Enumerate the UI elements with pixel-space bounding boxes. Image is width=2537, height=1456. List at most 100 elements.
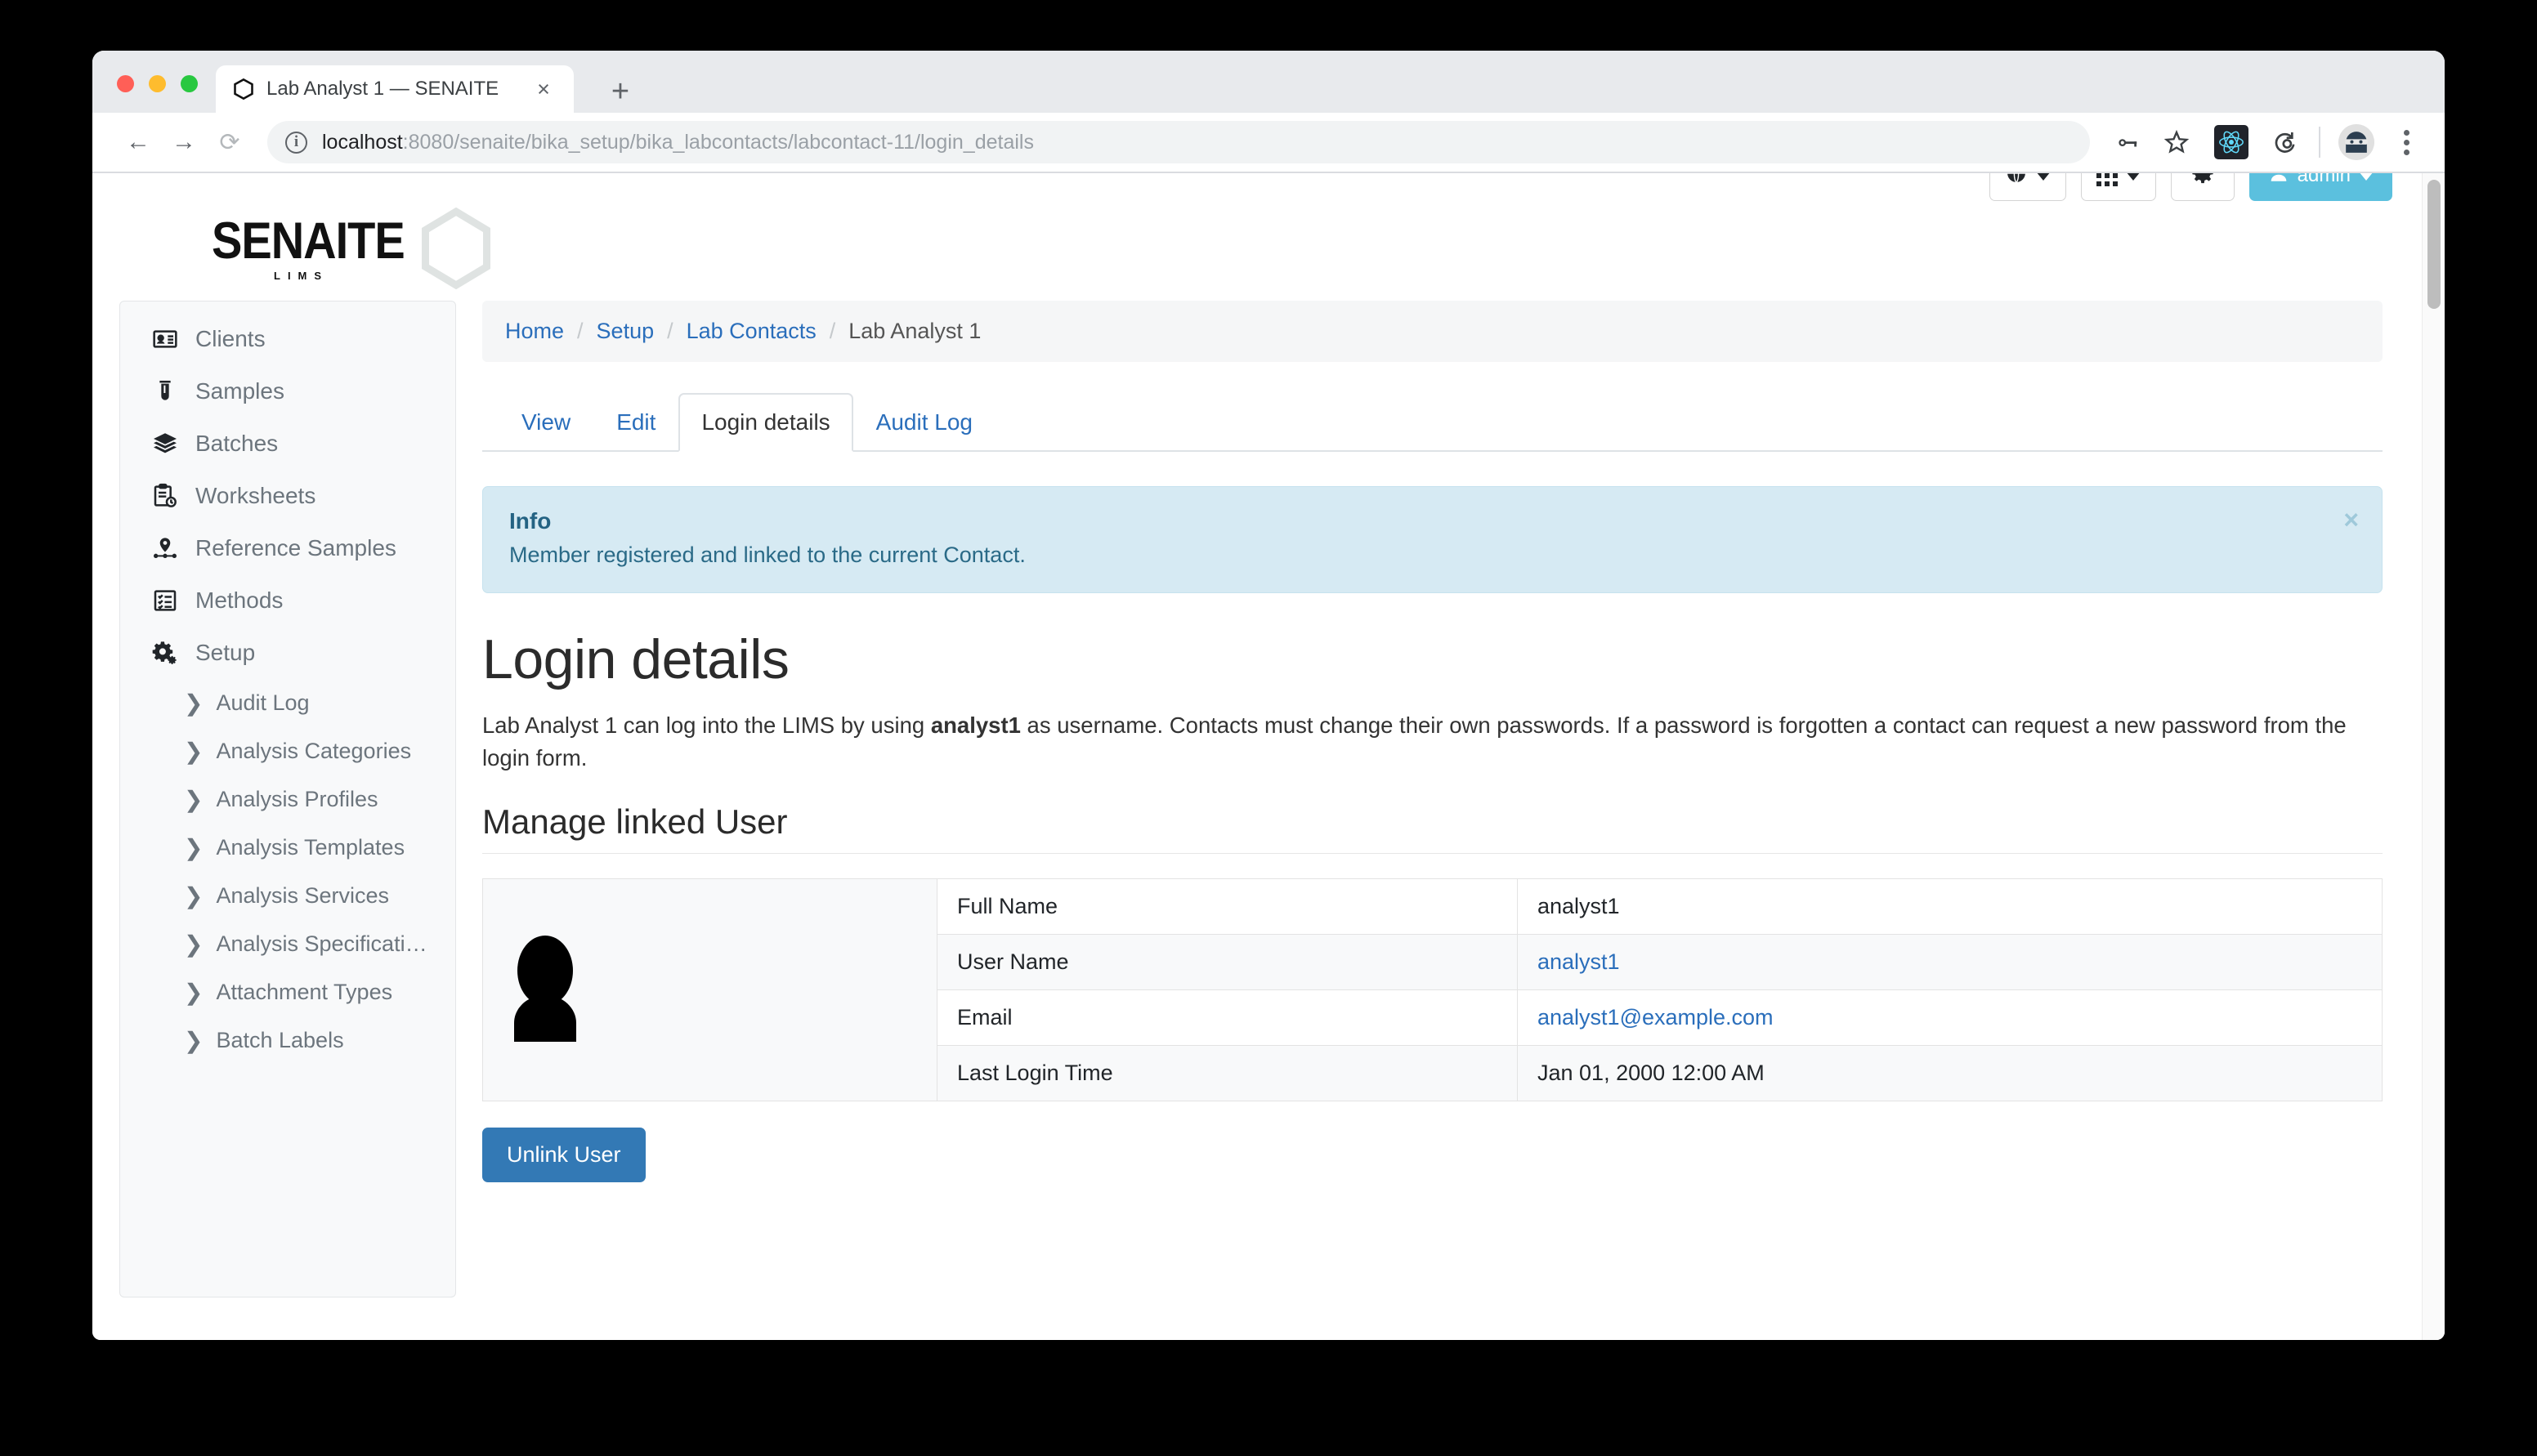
tab-edit[interactable]: Edit — [593, 393, 678, 452]
minimize-window-button[interactable] — [149, 75, 166, 92]
sidebar-subitem-audit-log[interactable]: ❯ Audit Log — [120, 679, 455, 727]
sidebar-item-label: Setup — [195, 640, 256, 665]
page-content: SENAITE LIMS admin Clients Samples Batch… — [92, 173, 2422, 1340]
senaite-logo[interactable]: SENAITE — [212, 215, 405, 266]
unlink-user-button[interactable]: Unlink User — [482, 1127, 646, 1182]
breadcrumb-link-setup[interactable]: Setup — [597, 319, 655, 344]
alert-message: Member registered and linked to the curr… — [509, 543, 1026, 567]
main-content: Home / Setup / Lab Contacts / Lab Analys… — [482, 301, 2383, 1297]
user-menu[interactable]: admin — [2248, 173, 2392, 201]
maximize-window-button[interactable] — [181, 75, 198, 92]
close-window-button[interactable] — [117, 75, 134, 92]
url-path: :8080/senaite/bika_setup/bika_labcontact… — [402, 130, 1034, 154]
table-cell-label: Full Name — [937, 878, 1518, 935]
toolbar-divider — [2319, 127, 2320, 158]
table-cell-value: Jan 01, 2000 12:00 AM — [1517, 1044, 2383, 1101]
sidebar-item-samples[interactable]: Samples — [120, 365, 455, 418]
sidebar-subitem-analysis-services[interactable]: ❯ Analysis Services — [120, 872, 455, 920]
sidebar-item-label: Clients — [195, 326, 266, 351]
sidebar-subitem-analysis-specifications[interactable]: ❯ Analysis Specificati… — [120, 920, 455, 968]
forward-icon[interactable]: → — [161, 119, 207, 165]
kebab-menu-icon[interactable] — [2386, 119, 2427, 165]
breadcrumb-separator: / — [577, 319, 584, 343]
scrollbar-thumb[interactable] — [2427, 180, 2441, 309]
info-alert: Info Member registered and linked to the… — [482, 486, 2383, 593]
sidebar-subitem-analysis-profiles[interactable]: ❯ Analysis Profiles — [120, 775, 455, 824]
sidebar-item-methods[interactable]: Methods — [120, 574, 455, 627]
url-host: localhost — [322, 130, 403, 154]
table-cell-label: Last Login Time — [937, 1044, 1518, 1101]
chevron-right-icon: ❯ — [184, 1027, 204, 1053]
gear-icon — [2190, 173, 2215, 191]
react-extension-icon[interactable] — [2214, 125, 2248, 159]
checklist-icon — [148, 587, 182, 614]
hexagon-logo-icon — [419, 207, 493, 293]
sidebar-subitem-label: Analysis Categories — [216, 739, 412, 763]
breadcrumb-separator: / — [667, 319, 673, 343]
key-icon[interactable] — [2105, 119, 2150, 165]
back-icon[interactable]: ← — [115, 119, 161, 165]
chevron-right-icon: ❯ — [184, 882, 204, 909]
sidebar-item-clients[interactable]: Clients — [120, 313, 455, 365]
page-scrollbar[interactable] — [2422, 173, 2445, 1340]
sidebar-subitem-label: Analysis Specificati… — [216, 931, 427, 956]
breadcrumb-link-home[interactable]: Home — [505, 319, 564, 344]
tab-view[interactable]: View — [499, 393, 593, 452]
tab-login-details[interactable]: Login details — [678, 393, 853, 452]
sidebar-item-label: Worksheets — [195, 483, 316, 508]
avatar — [482, 878, 937, 1101]
star-icon[interactable] — [2154, 119, 2199, 165]
alert-title: Info — [509, 508, 552, 534]
section-title: Manage linked User — [482, 802, 2383, 854]
breadcrumb-link-lab-contacts[interactable]: Lab Contacts — [687, 319, 817, 344]
sidebar-item-setup[interactable]: Setup — [120, 627, 455, 679]
user-name-link[interactable]: analyst1 — [1537, 949, 1620, 974]
sidebar-subitem-label: Batch Labels — [216, 1028, 344, 1052]
sidebar-item-reference-samples[interactable]: Reference Samples — [120, 522, 455, 574]
chevron-right-icon: ❯ — [184, 979, 204, 1005]
table-cell-label: User Name — [937, 933, 1518, 990]
new-tab-button[interactable]: + — [604, 75, 637, 108]
chevron-right-icon: ❯ — [184, 738, 204, 764]
sidebar-item-batches[interactable]: Batches — [120, 418, 455, 470]
language-dropdown[interactable] — [1989, 173, 2066, 201]
info-circle-icon[interactable]: i — [285, 131, 307, 154]
content-tabs: View Edit Login details Audit Log — [482, 391, 2383, 452]
breadcrumb-current: Lab Analyst 1 — [848, 319, 982, 343]
layers-icon — [148, 431, 182, 457]
brand-name: SENAITE — [212, 211, 405, 270]
sidebar-subitem-batch-labels[interactable]: ❯ Batch Labels — [120, 1016, 455, 1065]
user-icon — [2268, 173, 2289, 190]
gears-icon — [148, 640, 182, 666]
close-icon[interactable]: × — [530, 75, 557, 103]
chevron-right-icon: ❯ — [184, 931, 204, 957]
hexagon-icon — [232, 78, 255, 100]
email-link[interactable]: analyst1@example.com — [1537, 1005, 1774, 1029]
sidebar: Clients Samples Batches Worksheets Refer… — [119, 301, 456, 1297]
page-body: Clients Samples Batches Worksheets Refer… — [92, 283, 2422, 1297]
profile-avatar-icon[interactable] — [2338, 124, 2374, 160]
sidebar-subitem-label: Audit Log — [216, 690, 310, 715]
clipboard-clock-icon — [148, 483, 182, 509]
close-icon[interactable]: × — [2343, 507, 2359, 533]
description-part1: Lab Analyst 1 can log into the LIMS by u… — [482, 712, 931, 738]
browser-tab[interactable]: Lab Analyst 1 — SENAITE × — [216, 65, 574, 113]
chevron-down-icon — [2035, 173, 2051, 181]
sidebar-item-worksheets[interactable]: Worksheets — [120, 470, 455, 522]
settings-button[interactable] — [2170, 173, 2235, 201]
table-cell-value: analyst1 — [1517, 933, 2383, 990]
sidebar-subitem-analysis-templates[interactable]: ❯ Analysis Templates — [120, 824, 455, 872]
sidebar-item-label: Methods — [195, 587, 284, 613]
tab-audit-log[interactable]: Audit Log — [853, 393, 996, 452]
page-viewport: SENAITE LIMS admin Clients Samples Batch… — [92, 173, 2445, 1340]
sidebar-subitem-attachment-types[interactable]: ❯ Attachment Types — [120, 968, 455, 1016]
reload-icon[interactable]: ⟳ — [207, 119, 253, 165]
sidebar-subitem-label: Analysis Services — [216, 883, 390, 908]
browser-window: Lab Analyst 1 — SENAITE × + ← → ⟳ i loca… — [92, 51, 2445, 1340]
address-bar[interactable]: i localhost:8080/senaite/bika_setup/bika… — [267, 121, 2090, 163]
apps-dropdown[interactable] — [2080, 173, 2156, 201]
sidebar-subitem-analysis-categories[interactable]: ❯ Analysis Categories — [120, 727, 455, 775]
sync-icon[interactable] — [2262, 119, 2307, 165]
contact-card-icon — [148, 326, 182, 352]
page-description: Lab Analyst 1 can log into the LIMS by u… — [482, 709, 2383, 775]
